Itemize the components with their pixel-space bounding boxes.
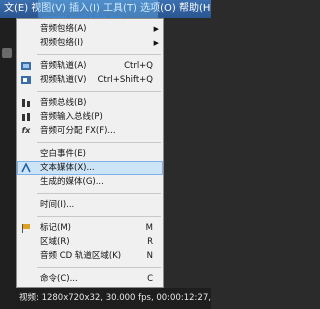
menu-item-audio-bus[interactable]: 音频总线(B) [17, 96, 163, 110]
gear-icon[interactable] [2, 48, 12, 58]
status-bar: 视频: 1280x720x32, 30.000 fps, 00:00:12:27… [16, 288, 211, 309]
insert-menu: 音频包络(A) ▶ 视频包络(I) ▶ 音频轨道(A) Ctrl+Q 视频轨道(… [16, 18, 164, 288]
menu-item-time[interactable]: 时间(I)... [17, 198, 163, 212]
fx-icon: fx [21, 126, 31, 135]
menu-item-video-envelope[interactable]: 视频包络(I) ▶ [17, 36, 163, 50]
menu-separator [37, 193, 161, 194]
menu-item-audio-input-bus[interactable]: 音频输入总线(P) [17, 110, 163, 124]
menu-item-marker[interactable]: 标记(M) M [17, 221, 163, 235]
marker-icon [21, 223, 31, 233]
menu-separator [37, 267, 161, 268]
menu-item-empty-event[interactable]: 空白事件(E) [17, 147, 163, 161]
video-track-icon [21, 75, 31, 85]
menu-separator [37, 54, 161, 55]
audio-input-bus-icon [21, 112, 31, 122]
menu-item-command[interactable]: 命令(C)... C [17, 272, 163, 286]
submenu-arrow-icon: ▶ [153, 39, 159, 47]
menu-item-region[interactable]: 区域(R) R [17, 235, 163, 249]
menu-item-text-media[interactable]: 文本媒体(X)... [17, 161, 163, 175]
menu-item-video-track[interactable]: 视频轨道(V) Ctrl+Shift+Q [17, 73, 163, 87]
menu-item-generated-media[interactable]: 生成的媒体(G)... [17, 175, 163, 189]
menu-item-cd-track-region[interactable]: 音频 CD 轨道区域(K) N [17, 249, 163, 263]
left-panel-strip [0, 18, 16, 309]
menu-item-audio-track[interactable]: 音频轨道(A) Ctrl+Q [17, 59, 163, 73]
menu-separator [37, 91, 161, 92]
menu-separator [37, 142, 161, 143]
menu-item-audio-envelope[interactable]: 音频包络(A) ▶ [17, 22, 163, 36]
submenu-arrow-icon: ▶ [153, 25, 159, 33]
audio-track-icon [21, 61, 31, 71]
menu-separator [37, 216, 161, 217]
text-media-icon [21, 163, 31, 173]
menu-item-assignable-fx[interactable]: fx 音频可分配 FX(F)... [17, 124, 163, 138]
status-text: 视频: 1280x720x32, 30.000 fps, 00:00:12:27… [19, 293, 211, 303]
audio-bus-icon [21, 98, 31, 108]
